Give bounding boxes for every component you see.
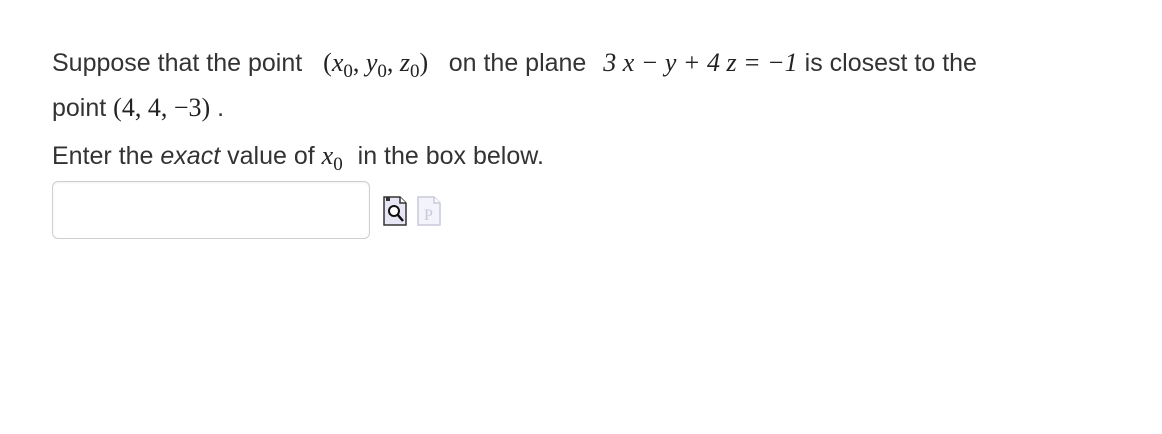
- paren-open: (: [323, 48, 332, 77]
- answer-input[interactable]: [52, 181, 370, 239]
- target-variable: x0: [321, 141, 343, 175]
- sentence-point: point: [52, 94, 107, 122]
- instruction-end: in the box below.: [357, 142, 544, 170]
- target-var-sub: 0: [333, 154, 343, 175]
- sub-x: 0: [343, 61, 353, 82]
- sentence-closest: is closest to the: [804, 49, 977, 77]
- point-variables: (x0, y0, z0): [323, 48, 435, 82]
- preview-magnifier-icon[interactable]: [382, 193, 408, 227]
- target-var-x: x: [321, 141, 334, 170]
- plane-equation: 3 x − y + 4 z = −1: [603, 48, 798, 77]
- paren-close: ): [419, 48, 429, 77]
- sub-z: 0: [410, 61, 420, 82]
- var-x: x: [331, 48, 344, 77]
- problem-page-icon[interactable]: P: [416, 193, 442, 227]
- sentence-period: .: [217, 94, 225, 122]
- problem-line-1: Suppose that the point (x0, y0, z0) on t…: [52, 42, 1132, 87]
- svg-text:P: P: [424, 207, 433, 224]
- comma-1: ,: [352, 48, 360, 77]
- instruction-emphasis: exact: [160, 142, 221, 170]
- sub-y: 0: [377, 61, 387, 82]
- instruction-mid: value of: [227, 142, 315, 170]
- instruction-start: Enter the: [52, 142, 154, 170]
- instruction-line: Enter the exact value of x0 in the box b…: [52, 135, 1132, 180]
- comma-2: ,: [386, 48, 394, 77]
- problem-line-2: point (4, 4, −3) .: [52, 87, 1132, 129]
- given-point: (4, 4, −3): [113, 93, 211, 122]
- sentence-intro: Suppose that the point: [52, 49, 303, 77]
- var-z: z: [399, 48, 411, 77]
- answer-row: P: [52, 181, 442, 239]
- problem-text: Suppose that the point (x0, y0, z0) on t…: [52, 42, 1132, 180]
- sentence-plane: on the plane: [448, 49, 587, 77]
- var-y: y: [365, 48, 378, 77]
